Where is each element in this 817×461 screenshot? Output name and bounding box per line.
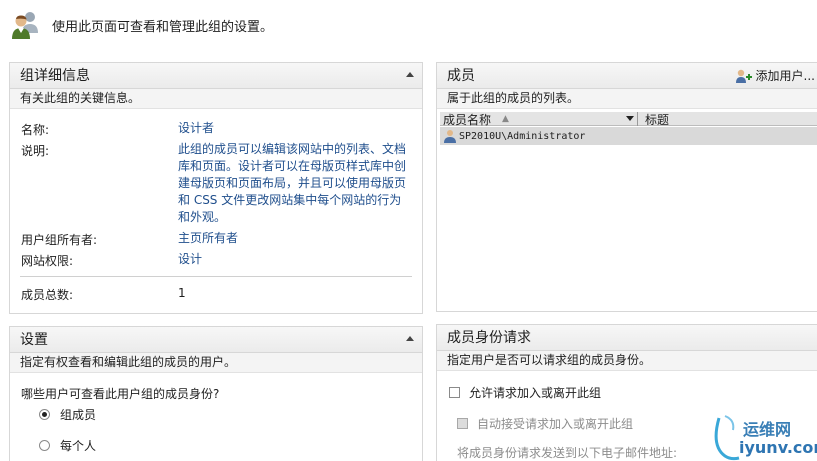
member-count-value: 1 [178, 286, 186, 300]
collapse-up-icon[interactable] [406, 336, 414, 341]
description-value: 此组的成员可以编辑该网站中的列表、文档库和页面。设计者可以在母版页样式库中创建母… [178, 142, 407, 224]
radio-button[interactable] [39, 409, 50, 420]
permission-label: 网站权限: [21, 254, 74, 268]
members-panel: 成员 添加用户... 属于此组的成员的列表。 成员名称 ▲ 标题 SP2010U… [436, 62, 817, 312]
group-details-title-text: 组详细信息 [20, 68, 90, 84]
watermark-line2: iyunv.com [739, 438, 817, 457]
watermark-line1: 运维网 [743, 420, 792, 439]
auto-accept-label: 自动接受请求加入或离开此组 [477, 417, 634, 431]
members-title: 成员 添加用户... [437, 63, 817, 89]
email-label: 将成员身份请求发送到以下电子邮件地址: [457, 446, 678, 460]
radio-button[interactable] [39, 440, 50, 451]
settings-panel: 设置 指定有权查看和编辑此组的成员的用户。 哪些用户可查看此用户组的成员身份? … [9, 326, 423, 461]
sort-ascending-icon: ▲ [502, 114, 509, 124]
add-user-icon [735, 69, 752, 83]
page-header: 使用此页面可查看和管理此组的设置。 [10, 8, 273, 42]
site-watermark: 运维网 iyunv.com [703, 408, 817, 461]
column-member-name[interactable]: 成员名称 [443, 111, 491, 128]
page-description: 使用此页面可查看和管理此组的设置。 [52, 19, 274, 35]
owner-link[interactable]: 主页所有者 [178, 230, 404, 247]
group-settings-page: 使用此页面可查看和管理此组的设置。 组详细信息 有关此组的关键信息。 名称: 设… [0, 0, 817, 461]
table-row[interactable]: SP2010U\Administrator [440, 127, 817, 145]
column-dropdown-icon[interactable] [626, 116, 634, 121]
radio-group-members[interactable]: 组成员 [39, 406, 96, 423]
group-users-icon [12, 12, 38, 39]
user-icon [444, 130, 456, 143]
column-title[interactable]: 标题 [645, 111, 669, 128]
group-details-panel: 组详细信息 有关此组的关键信息。 名称: 设计者 说明: 此组的成员可以编辑该网… [9, 62, 423, 314]
settings-title: 设置 [10, 327, 422, 353]
members-description: 属于此组的成员的列表。 [437, 89, 817, 109]
members-title-text: 成员 [447, 68, 475, 84]
view-membership-question: 哪些用户可查看此用户组的成员身份? [21, 387, 220, 401]
membership-requests-title-text: 成员身份请求 [447, 330, 531, 346]
member-name: SP2010U\Administrator [459, 130, 586, 142]
permission-link[interactable]: 设计 [178, 251, 404, 268]
radio-everyone[interactable]: 每个人 [39, 437, 96, 454]
members-grid-header: 成员名称 ▲ 标题 [440, 111, 817, 128]
allow-requests-checkbox[interactable] [449, 387, 460, 398]
group-details-title: 组详细信息 [10, 63, 422, 89]
collapse-up-icon[interactable] [406, 72, 414, 77]
description-label: 说明: [21, 144, 50, 158]
radio-label: 每个人 [60, 439, 97, 453]
auto-accept-checkbox-row: 自动接受请求加入或离开此组 [457, 415, 633, 432]
radio-label: 组成员 [60, 408, 97, 422]
membership-requests-description: 指定用户是否可以请求组的成员身份。 [437, 351, 817, 371]
auto-accept-checkbox [457, 418, 468, 429]
settings-description: 指定有权查看和编辑此组的成员的用户。 [10, 353, 422, 373]
group-details-description: 有关此组的关键信息。 [10, 89, 422, 109]
membership-requests-title: 成员身份请求 [437, 325, 817, 351]
column-divider [637, 112, 638, 126]
allow-requests-label: 允许请求加入或离开此组 [469, 386, 602, 400]
divider [20, 276, 412, 277]
owner-label: 用户组所有者: [21, 233, 98, 247]
name-value: 设计者 [178, 121, 215, 135]
name-label: 名称: [21, 123, 50, 137]
add-user-button[interactable]: 添加用户... [735, 67, 815, 85]
settings-title-text: 设置 [20, 332, 48, 348]
allow-requests-checkbox-row[interactable]: 允许请求加入或离开此组 [449, 384, 601, 401]
member-count-label: 成员总数: [21, 288, 74, 302]
add-user-label: 添加用户... [755, 69, 815, 83]
